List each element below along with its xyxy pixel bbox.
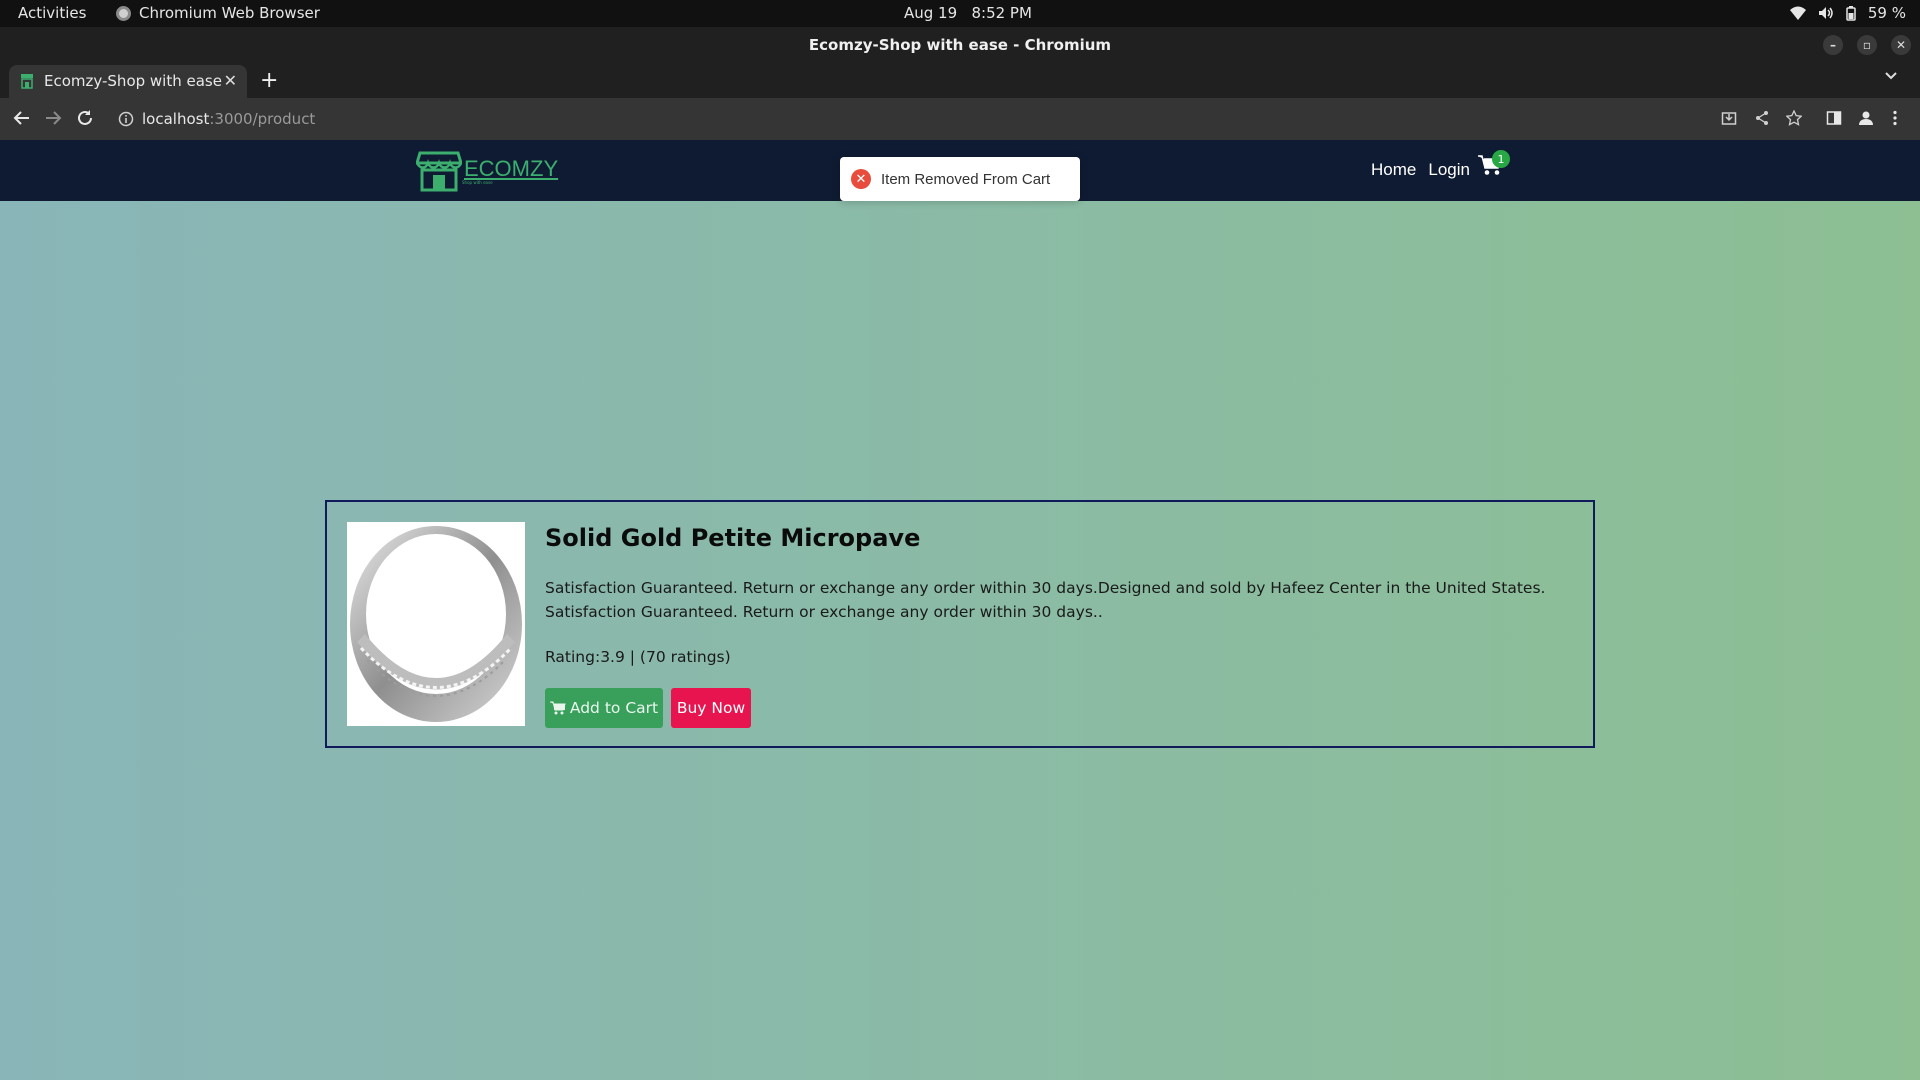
new-tab-button[interactable]: + [260, 68, 278, 93]
ring-image [350, 526, 522, 722]
system-top-bar: Activities Chromium Web Browser Aug 19 8… [0, 0, 1920, 27]
cart-icon [549, 701, 566, 715]
url-host: localhost [142, 110, 210, 128]
chromium-icon [116, 5, 131, 21]
clock[interactable]: Aug 19 8:52 PM [904, 4, 1032, 22]
tab-search-chevron-icon[interactable] [1884, 71, 1898, 81]
battery-icon [1846, 5, 1856, 21]
tab-strip: Ecomzy-Shop with ease ✕ + [0, 63, 1920, 98]
site-info-icon[interactable] [118, 111, 134, 127]
wifi-icon [1789, 6, 1806, 20]
install-app-icon[interactable] [1721, 110, 1737, 126]
volume-icon [1818, 7, 1833, 19]
url-path: :3000/product [209, 110, 316, 128]
back-arrow-icon[interactable] [13, 109, 31, 127]
toast-message: Item Removed From Cart [881, 170, 1051, 188]
site-logo[interactable]: ECOMZY Shop with ease [416, 150, 558, 192]
nav-links: Home Login [1371, 160, 1470, 180]
profile-icon[interactable] [1858, 110, 1874, 126]
system-tray[interactable]: 59 % [1789, 4, 1906, 22]
menu-kebab-icon[interactable] [1892, 110, 1898, 126]
forward-arrow-icon[interactable] [44, 109, 62, 127]
tab-ecomzy[interactable]: Ecomzy-Shop with ease ✕ [9, 65, 247, 98]
window-title: Ecomzy-Shop with ease - Chromium [808, 36, 1112, 54]
date-label: Aug 19 [904, 4, 958, 22]
tab-title: Ecomzy-Shop with ease [44, 72, 222, 90]
nav-home-link[interactable]: Home [1371, 160, 1416, 180]
toast-notification[interactable]: ✕ Item Removed From Cart [840, 157, 1080, 201]
tab-close-icon[interactable]: ✕ [224, 71, 237, 90]
product-card: Solid Gold Petite Micropave Satisfaction… [325, 500, 1595, 748]
battery-percent: 59 % [1867, 4, 1906, 22]
product-description: Satisfaction Guaranteed. Return or excha… [545, 579, 1546, 621]
close-window-button[interactable]: ✕ [1891, 35, 1911, 55]
app-menu[interactable]: Chromium Web Browser [116, 4, 320, 22]
store-logo-icon [416, 151, 462, 192]
product-image [347, 522, 525, 726]
product-title: Solid Gold Petite Micropave [545, 524, 921, 552]
buy-now-button[interactable]: Buy Now [671, 688, 751, 728]
cart-count-badge: 1 [1492, 150, 1510, 168]
nav-login-link[interactable]: Login [1428, 160, 1470, 180]
reload-icon[interactable] [76, 109, 94, 127]
share-icon[interactable] [1754, 110, 1770, 126]
time-label: 8:52 PM [971, 4, 1032, 22]
add-to-cart-button[interactable]: Add to Cart [545, 688, 663, 728]
minimize-button[interactable]: – [1823, 35, 1843, 55]
add-to-cart-label: Add to Cart [569, 699, 659, 717]
url-text: localhost:3000/product [142, 110, 315, 128]
restore-button[interactable]: ▫ [1857, 35, 1877, 55]
activities-button[interactable]: Activities [18, 4, 86, 22]
bookmark-star-icon[interactable] [1786, 110, 1802, 126]
side-panel-icon[interactable] [1826, 110, 1842, 126]
brand-name: ECOMZY [464, 155, 559, 181]
store-favicon-icon [21, 74, 33, 89]
page-viewport: ECOMZY Shop with ease Home Login 1 ✕ Ite… [0, 140, 1920, 1080]
app-name: Chromium Web Browser [139, 4, 320, 22]
browser-toolbar: localhost:3000/product [0, 98, 1920, 140]
error-x-icon: ✕ [851, 169, 871, 189]
address-bar[interactable]: localhost:3000/product [108, 103, 1708, 135]
window-title-bar: Ecomzy-Shop with ease - Chromium – ▫ ✕ [0, 27, 1920, 63]
product-rating: Rating:3.9 | (70 ratings) [545, 648, 731, 666]
